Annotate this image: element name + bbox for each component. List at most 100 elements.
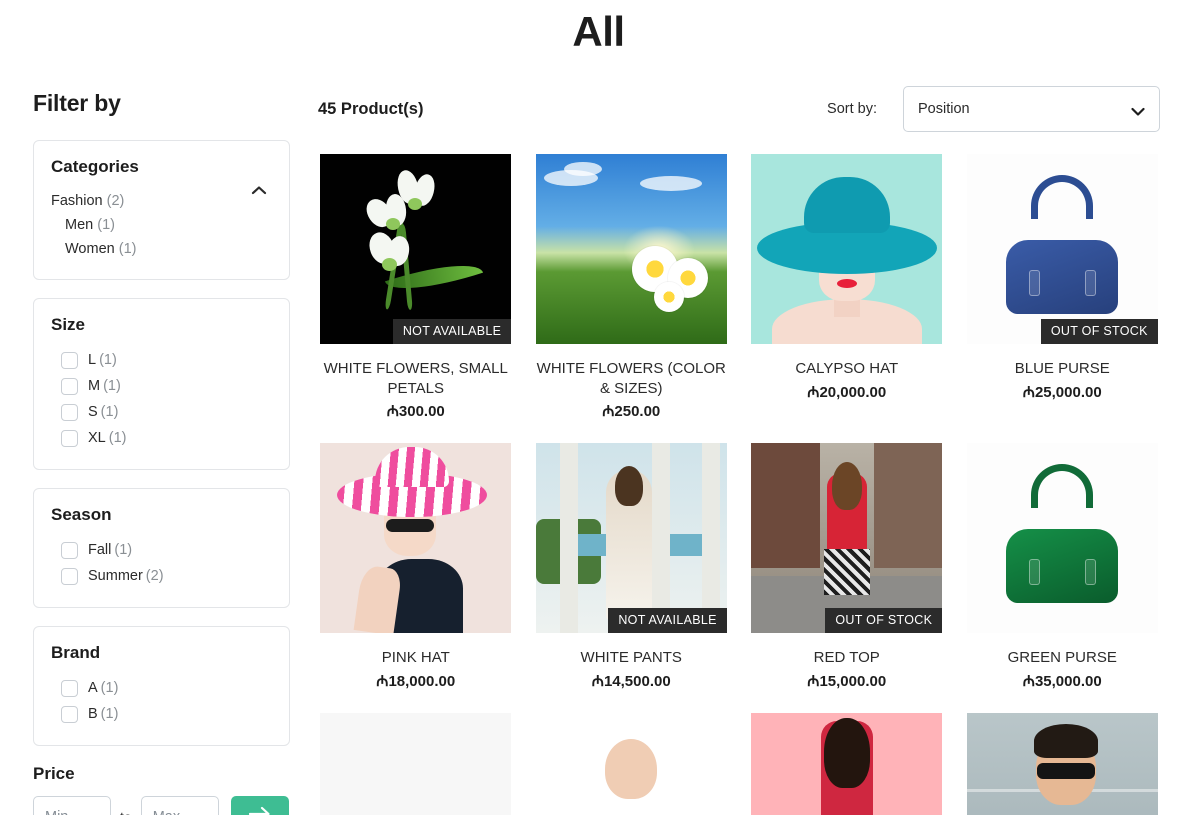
sidebar-category-men[interactable]: Men (1) (51, 213, 272, 237)
sort-label: Sort by: (827, 101, 877, 117)
category-count: (1) (97, 217, 115, 233)
product-thumbnail[interactable] (964, 712, 1160, 815)
checkbox-icon[interactable] (61, 679, 78, 697)
checkbox-icon[interactable] (61, 403, 78, 421)
product-thumbnail[interactable]: NOT AVAILABLE (318, 154, 514, 344)
product-thumbnail[interactable] (533, 154, 729, 344)
product-name: WHITE PANTS (580, 649, 682, 666)
product-name: WHITE FLOWERS (COLOR & SIZES) (536, 360, 726, 397)
filter-option-label: S (1) (88, 404, 119, 420)
product-name: WHITE FLOWERS, SMALL PETALS (323, 360, 508, 397)
checkbox-icon[interactable] (61, 567, 78, 585)
product-artwork (751, 443, 943, 633)
product-artwork (751, 712, 943, 815)
product-thumbnail[interactable] (533, 712, 729, 815)
filter-option-season-fall[interactable]: Fall (1) (51, 537, 272, 563)
product-badge: OUT OF STOCK (1040, 319, 1158, 344)
category-label: Men (65, 217, 94, 233)
product-price: ₼300.00 (386, 403, 445, 420)
price-range-row: to (33, 796, 290, 815)
product-name: PINK HAT (381, 649, 450, 666)
product-thumbnail[interactable] (749, 712, 945, 815)
product-image-white-flowers-color-sizes (535, 154, 727, 344)
filter-group-size: Size L (1) M (1) S (1) XL (1) (33, 298, 290, 470)
product-thumbnail[interactable] (964, 443, 1160, 633)
product-card[interactable]: NOT AVAILABLE WHITE FLOWERS, SMALL PETAL… (318, 154, 514, 443)
product-name: RED TOP (813, 649, 880, 666)
sort-selected-value: Position (918, 101, 970, 117)
filter-option-season-summer[interactable]: Summer (2) (51, 563, 272, 589)
product-card[interactable]: PINK HAT ₼18,000.00 (318, 443, 514, 713)
checkbox-icon[interactable] (61, 705, 78, 723)
product-name: BLUE PURSE (1014, 360, 1110, 377)
filter-group-title-size: Size (51, 315, 86, 334)
checkbox-icon[interactable] (61, 429, 78, 447)
filter-option-brand-b[interactable]: B (1) (51, 701, 272, 727)
chevron-up-icon[interactable] (251, 185, 267, 195)
product-artwork (535, 154, 727, 344)
filter-group-season: Season Fall (1) Summer (2) (33, 488, 290, 608)
product-thumbnail[interactable]: OUT OF STOCK (749, 443, 945, 633)
product-artwork (320, 443, 512, 633)
product-price: ₼15,000.00 (807, 672, 887, 690)
product-thumbnail[interactable] (318, 712, 514, 815)
filter-option-size-m[interactable]: M (1) (51, 373, 272, 399)
filter-group-price: Price to (33, 764, 290, 815)
product-price: ₼25,000.00 (1022, 383, 1102, 401)
sort-select[interactable]: Position (903, 86, 1160, 132)
product-card[interactable]: OUT OF STOCK RED TOP ₼15,000.00 (749, 443, 945, 713)
product-listing-page: All Filter by Categories Fashion (2) Men (0, 8, 1197, 815)
product-image-partial-2 (535, 712, 727, 815)
price-apply-button[interactable] (230, 796, 289, 815)
product-grid: NOT AVAILABLE WHITE FLOWERS, SMALL PETAL… (318, 154, 1160, 713)
product-thumbnail[interactable]: NOT AVAILABLE (533, 443, 729, 633)
product-card[interactable] (749, 712, 945, 815)
checkbox-icon[interactable] (61, 351, 78, 369)
filter-group-title-season: Season (51, 505, 112, 524)
product-artwork (751, 154, 943, 344)
product-card[interactable]: CALYPSO HAT ₼20,000.00 (749, 154, 945, 443)
chevron-down-icon (1131, 105, 1145, 116)
arrow-right-icon (248, 806, 271, 815)
filter-option-label: B (1) (88, 706, 119, 722)
sidebar-category-fashion[interactable]: Fashion (2) (51, 189, 272, 213)
product-thumbnail[interactable] (318, 443, 514, 633)
filter-option-size-xl[interactable]: XL (1) (51, 425, 272, 451)
product-image-calypso-hat (751, 154, 943, 344)
product-artwork (966, 154, 1158, 344)
product-image-white-pants: NOT AVAILABLE (535, 443, 727, 633)
product-image-blue-purse: OUT OF STOCK (966, 154, 1158, 344)
filter-option-size-l[interactable]: L (1) (51, 347, 272, 373)
product-thumbnail[interactable]: OUT OF STOCK (964, 154, 1160, 344)
filter-group-title-categories: Categories (51, 157, 139, 176)
product-card[interactable]: NOT AVAILABLE WHITE PANTS ₼14,500.00 (533, 443, 729, 713)
product-thumbnail[interactable] (749, 154, 945, 344)
filter-group-title-brand: Brand (51, 643, 101, 662)
product-image-red-top: OUT OF STOCK (751, 443, 943, 633)
product-card[interactable] (318, 712, 514, 815)
filter-group-brand: Brand A (1) B (1) (33, 626, 290, 746)
filter-option-brand-a[interactable]: A (1) (51, 675, 272, 701)
checkbox-icon[interactable] (61, 377, 78, 395)
product-list-main: 45 Product(s) Sort by: Position NOT AVAI… (290, 56, 1197, 815)
product-artwork (966, 443, 1158, 633)
product-card[interactable]: WHITE FLOWERS (COLOR & SIZES) ₼250.00 (533, 154, 729, 443)
product-image-white-flowers-small-petals: NOT AVAILABLE (320, 154, 512, 344)
filter-option-size-s[interactable]: S (1) (51, 399, 272, 425)
category-count: (1) (118, 241, 137, 257)
price-min-input[interactable] (33, 796, 111, 815)
product-list-toolbar: 45 Product(s) Sort by: Position (318, 86, 1160, 132)
sort-control: Sort by: Position (827, 86, 1160, 132)
product-card[interactable] (964, 712, 1160, 815)
category-count: (2) (106, 193, 125, 209)
product-card[interactable] (533, 712, 729, 815)
product-name: GREEN PURSE (1007, 649, 1117, 666)
product-card[interactable]: GREEN PURSE ₼35,000.00 (964, 443, 1160, 713)
product-artwork (966, 712, 1158, 815)
checkbox-icon[interactable] (61, 541, 78, 559)
product-card[interactable]: OUT OF STOCK BLUE PURSE ₼25,000.00 (964, 154, 1160, 443)
product-image-partial-4 (966, 712, 1158, 815)
filter-option-label: Summer (2) (88, 568, 164, 584)
price-max-input[interactable] (140, 796, 219, 815)
sidebar-category-women[interactable]: Women (1) (51, 237, 272, 261)
